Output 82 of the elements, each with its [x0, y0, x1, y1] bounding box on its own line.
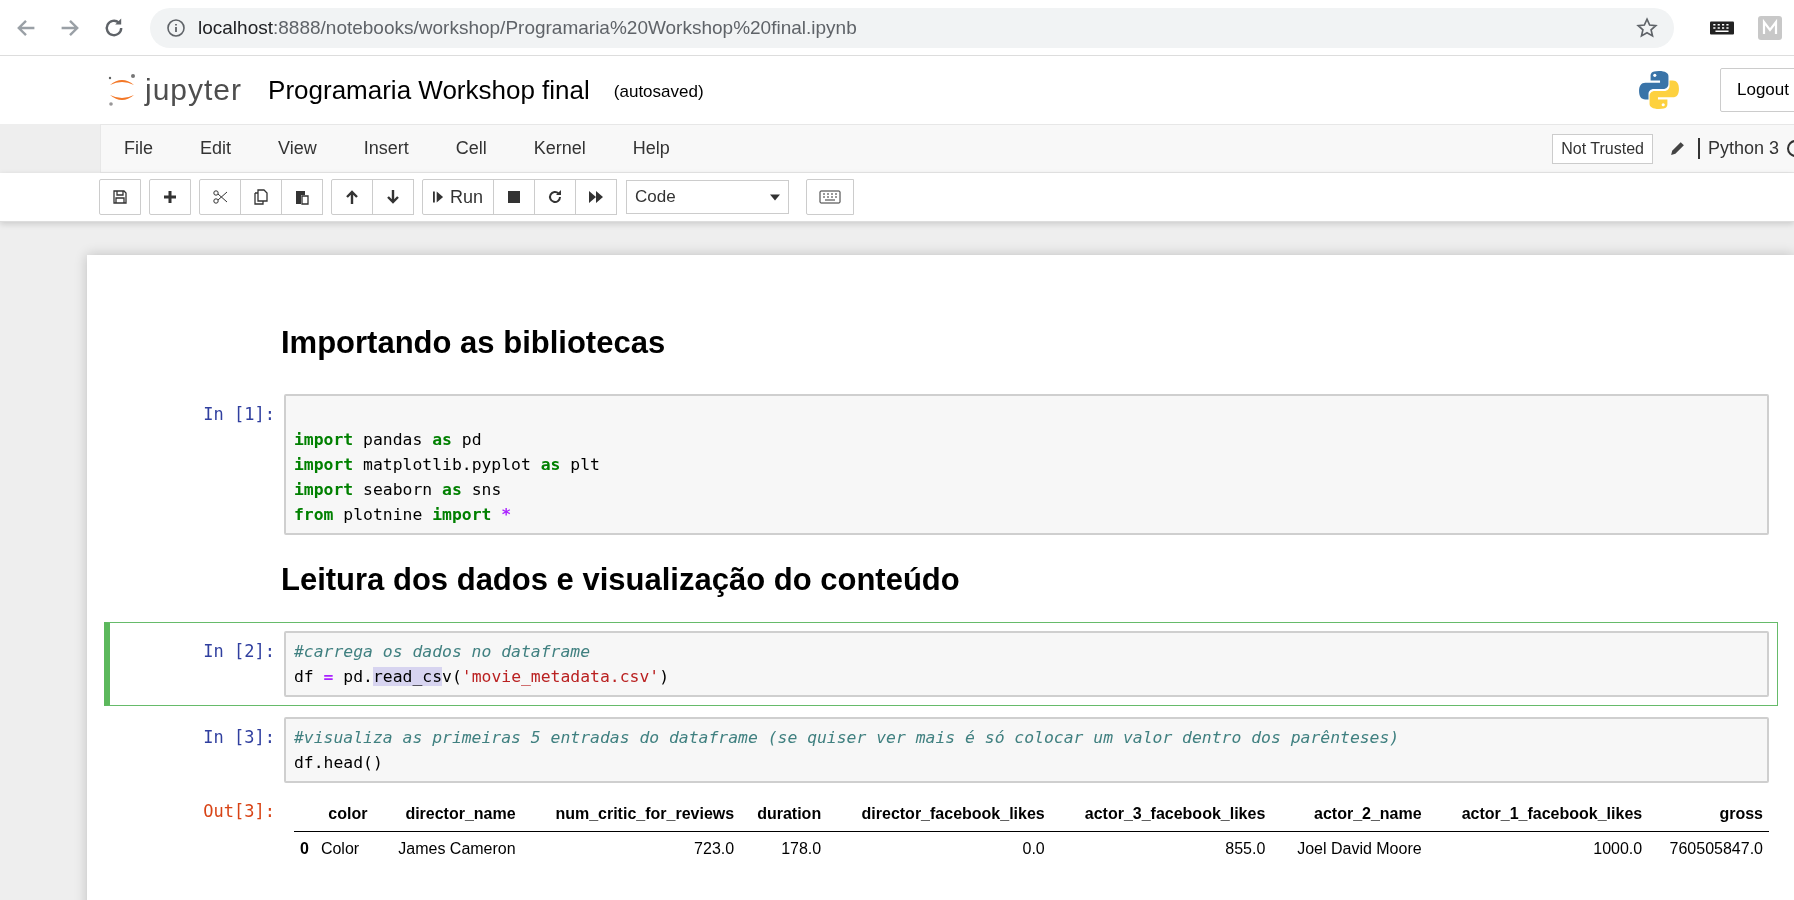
menu-item[interactable]: Help — [609, 138, 694, 159]
table-cell: 855.0 — [1050, 831, 1272, 866]
url-text: localhost:8888/notebooks/workshop/Programaria%20Workshop%20final.ipynb — [198, 16, 858, 39]
notebook-title[interactable]: Programaria Workshop final — [268, 74, 590, 106]
table-cell: 0.0 — [827, 831, 1051, 866]
move-up-button[interactable] — [331, 179, 373, 215]
plus-icon[interactable] — [162, 189, 178, 205]
clipboard-icon[interactable] — [294, 189, 310, 205]
save-status: (autosaved) — [613, 82, 704, 102]
add-cell-button[interactable] — [149, 179, 191, 215]
pencil-icon[interactable] — [1668, 140, 1686, 157]
menu-item[interactable]: View — [255, 138, 341, 159]
column-header: director_name — [373, 797, 522, 832]
menu-item[interactable]: Edit — [177, 138, 256, 159]
kernel-name: Python 3 — [1697, 138, 1779, 159]
table-cell: James Cameron — [373, 831, 522, 866]
keyboard-shortcuts-button[interactable] — [806, 179, 855, 215]
move-down-button[interactable] — [372, 179, 414, 215]
copy-button[interactable] — [240, 179, 282, 215]
restart-button[interactable] — [534, 179, 577, 215]
section-heading: Leitura dos dados e visualização do conteúdo — [281, 562, 961, 598]
fast-forward-icon[interactable] — [588, 189, 605, 205]
input-prompt: In [2]: — [202, 640, 276, 663]
code-line: import seaborn as sns — [294, 480, 502, 499]
column-header: actor_1_facebook_likes — [1427, 797, 1649, 832]
column-header: director_facebook_likes — [827, 797, 1051, 832]
table-cell: Color — [314, 831, 374, 866]
save-button[interactable] — [99, 179, 141, 215]
code-editor[interactable]: #visualiza as primeiras 5 entradas do dataframe (se quiser ver mais é só colocar um valor dentro dos parênteses) df.head() — [284, 717, 1769, 783]
arrow-up-icon[interactable] — [344, 189, 360, 205]
caret-icon[interactable] — [770, 193, 781, 201]
cell-type-dropdown[interactable]: Code — [626, 180, 790, 214]
table-cell: Joel David Moore — [1271, 831, 1428, 866]
menu-item[interactable]: Insert — [340, 138, 433, 159]
copy-icon[interactable] — [253, 189, 269, 205]
notebook-cell[interactable]: In [1]: import pandas as pd import matplotlib.pyplot as plt import seaborn as sns from plotnine import * — [104, 385, 1778, 544]
restart-icon[interactable] — [547, 189, 564, 205]
address-bar[interactable]: localhost:8888/notebooks/workshop/Programaria%20Workshop%20final.ipynb — [150, 7, 1674, 48]
column-header: duration — [740, 797, 828, 832]
table-cell: 1000.0 — [1427, 831, 1649, 866]
column-header: gross — [1648, 797, 1769, 832]
python-logo-icon — [1638, 69, 1680, 111]
trust-indicator[interactable]: Not Trusted — [1552, 133, 1653, 164]
jupyter-logo[interactable]: jupyter — [107, 73, 243, 107]
table-cell: 760505847.0 — [1648, 831, 1769, 866]
column-header: num_critic_for_reviews — [521, 797, 741, 832]
info-icon[interactable] — [166, 17, 186, 38]
column-header: actor_2_name — [1271, 797, 1428, 832]
menu-item[interactable]: Kernel — [510, 138, 610, 159]
stop-button[interactable] — [493, 179, 536, 215]
input-prompt: In [1]: — [202, 403, 276, 426]
stop-icon[interactable] — [506, 189, 523, 205]
logout-button[interactable]: Logout — [1720, 68, 1794, 112]
scissors-icon[interactable] — [212, 189, 228, 205]
arrow-down-icon[interactable] — [385, 189, 401, 205]
star-icon[interactable] — [1636, 16, 1658, 39]
menu-item[interactable]: File — [101, 138, 177, 159]
code-line: #visualiza as primeiras 5 entradas do dataframe (se quiser ver mais é só colocar um valor dentro dos parênteses) — [294, 728, 1400, 747]
paste-button[interactable] — [281, 179, 323, 215]
code-line: import matplotlib.pyplot as plt — [294, 455, 600, 474]
row-index: 0 — [294, 831, 315, 866]
code-editor[interactable]: #carrega os dados no dataframe df = pd.read_csv('movie_metadata.csv') — [284, 631, 1769, 697]
keyboard-icon[interactable] — [1710, 19, 1734, 36]
selected-cell[interactable]: In [2]: #carrega os dados no dataframe df = pd.read_csv('movie_metadata.csv') — [104, 622, 1778, 706]
output-prompt: Out[3]: — [202, 800, 276, 823]
code-line: import pandas as pd — [294, 430, 482, 449]
column-header: color — [314, 797, 374, 832]
column-header: actor_3_facebook_likes — [1050, 797, 1272, 832]
table-cell: 178.0 — [740, 831, 828, 866]
code-line: df.head() — [294, 753, 383, 772]
code-line: #carrega os dados no dataframe — [294, 642, 591, 661]
section-heading: Importando as bibliotecas — [281, 325, 667, 361]
input-prompt: In [3]: — [202, 726, 276, 749]
menu-item[interactable]: Cell — [432, 138, 511, 159]
step-forward-icon[interactable] — [433, 189, 444, 205]
cut-button[interactable] — [199, 179, 241, 215]
code-line: df = pd.read_csv('movie_metadata.csv') — [294, 667, 670, 686]
table-cell: 723.0 — [521, 831, 741, 866]
run-all-button[interactable] — [575, 179, 618, 215]
code-editor[interactable]: import pandas as pd import matplotlib.pyplot as plt import seaborn as sns from plotnine import * — [284, 394, 1769, 535]
run-button[interactable]: Run — [422, 179, 495, 215]
code-line: from plotnine import * — [294, 505, 512, 524]
